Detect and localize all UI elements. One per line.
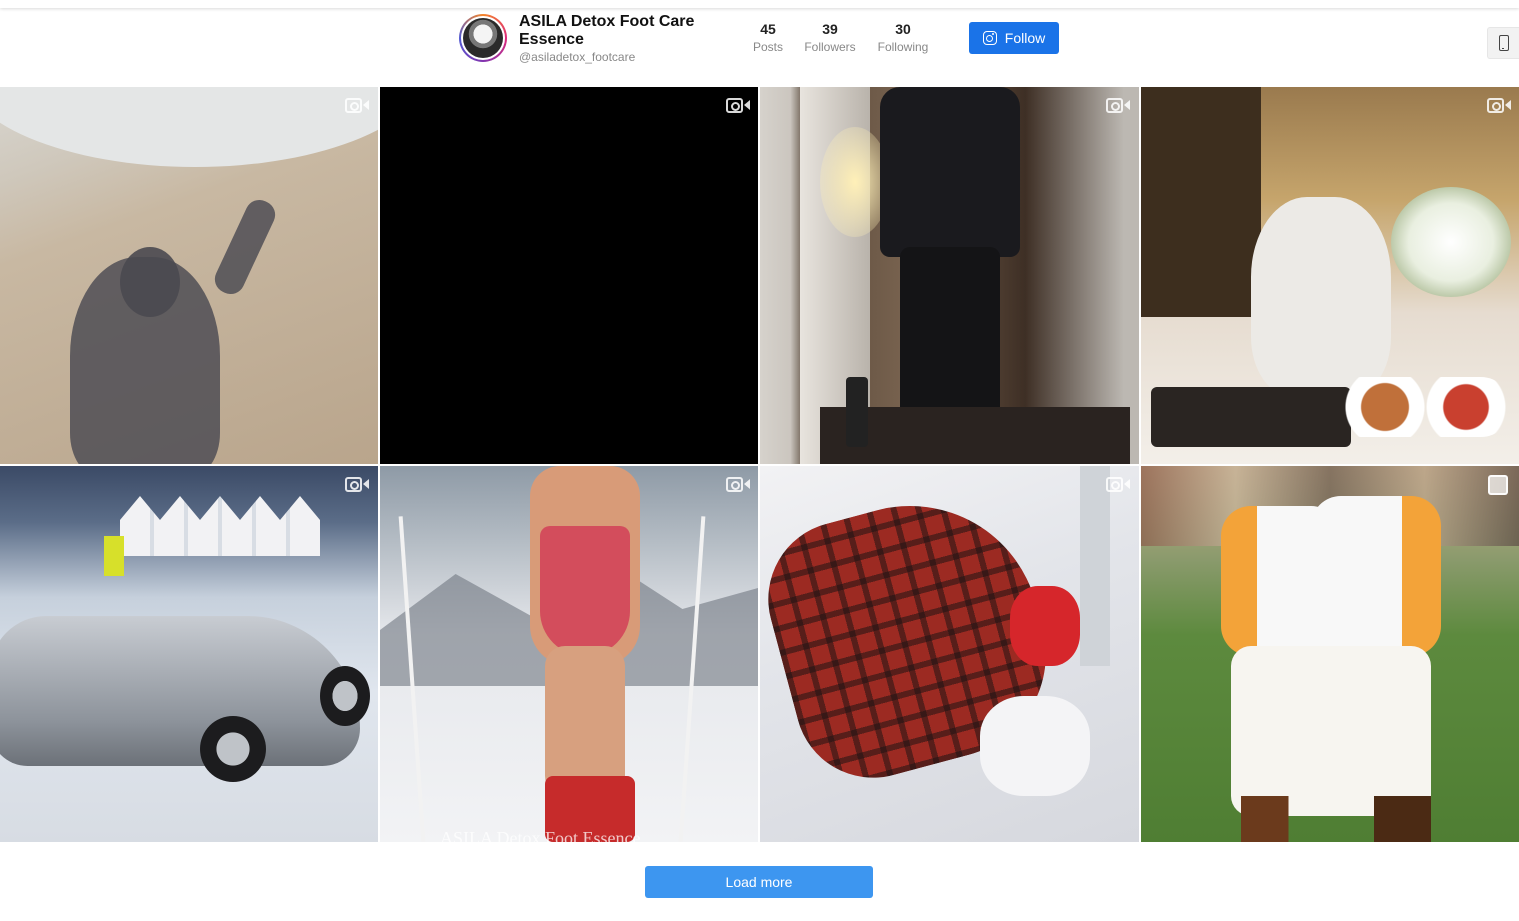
avatar-image [463, 18, 503, 58]
ski-lift-bar [1080, 466, 1110, 666]
post-tile[interactable] [1141, 87, 1519, 464]
legs [545, 646, 625, 796]
post-tile[interactable] [380, 87, 758, 464]
stat-followers-label: Followers [804, 40, 856, 54]
stat-followers: 39 Followers [801, 21, 859, 56]
post-tile[interactable] [760, 87, 1139, 464]
car-wheel-front [200, 716, 266, 782]
tents [120, 496, 320, 556]
marshal-vest [104, 536, 124, 576]
follow-button-label: Follow [1004, 30, 1046, 46]
breakfast-tray [1151, 387, 1351, 447]
stat-following-value: 30 [895, 21, 911, 37]
post-tile[interactable] [0, 87, 378, 464]
instagram-icon [982, 31, 997, 45]
video-camera-icon [345, 476, 369, 493]
player-trousers [1231, 646, 1431, 816]
shadow-head [120, 247, 180, 317]
video-camera-icon [1106, 476, 1130, 493]
post-tile[interactable] [0, 466, 378, 842]
top-bar-divider [0, 0, 1519, 8]
profile-handle[interactable]: @asiladetox_footcare [519, 50, 635, 64]
product-bottle [846, 377, 868, 447]
wave-foam [0, 87, 378, 167]
post-tile[interactable]: ASILA Detox Foot Essence [380, 466, 758, 842]
mobile-view-toggle[interactable] [1487, 27, 1519, 59]
stat-posts-value: 45 [760, 21, 776, 37]
person-red-sweater [1010, 586, 1080, 666]
video-camera-icon [1106, 97, 1130, 114]
phone-icon [1498, 35, 1509, 51]
food-plates [1331, 377, 1511, 437]
avatar[interactable] [459, 14, 507, 62]
video-camera-icon [1487, 97, 1511, 114]
flowers [1391, 187, 1511, 297]
stat-followers-value: 39 [822, 21, 838, 37]
person-legs [900, 247, 1000, 417]
post-tile[interactable] [760, 466, 1139, 842]
headboard [1141, 87, 1261, 317]
car-body [0, 616, 360, 766]
player-right-shirt [1311, 496, 1441, 656]
load-more-button[interactable]: Load more [645, 866, 873, 898]
stat-following: 30 Following [874, 21, 932, 56]
person-torso [880, 87, 1020, 257]
profile-name[interactable]: ASILA Detox Foot Care Essence [519, 13, 719, 49]
stat-posts-label: Posts [752, 40, 783, 54]
riding-boots [1241, 796, 1431, 842]
stat-following-label: Following [877, 40, 929, 54]
follow-button[interactable]: Follow [969, 22, 1059, 54]
shadow-arm [210, 195, 280, 299]
carousel-icon [1488, 475, 1508, 495]
car-wheel-rear [320, 666, 370, 726]
person-bathrobe [1251, 197, 1391, 397]
video-camera-icon [726, 476, 750, 493]
person-white-sweater [980, 696, 1090, 796]
video-camera-icon [726, 97, 750, 114]
caption-overlay: ASILA Detox Foot Essence [440, 828, 641, 842]
post-tile[interactable] [1141, 466, 1519, 842]
swimsuit [540, 526, 630, 656]
video-camera-icon [345, 97, 369, 114]
profile-header: ASILA Detox Foot Care Essence @asiladeto… [0, 8, 1519, 87]
stat-posts: 45 Posts [752, 21, 784, 56]
post-grid: ASILA Detox Foot Essence [0, 87, 1519, 842]
